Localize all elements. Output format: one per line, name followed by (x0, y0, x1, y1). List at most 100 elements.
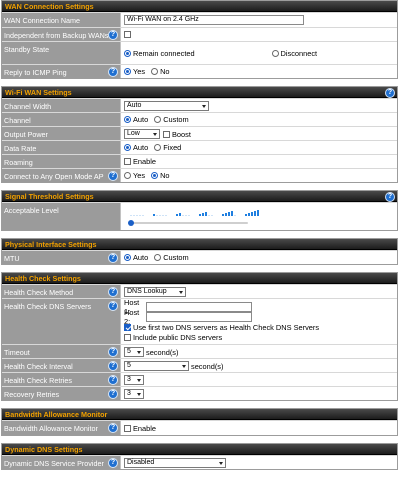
health-check-method-select[interactable]: DNS Lookup (124, 287, 186, 297)
help-icon[interactable]: ? (108, 171, 118, 181)
dns-provider-select[interactable]: Disabled (124, 458, 226, 468)
help-icon[interactable]: ? (385, 87, 395, 98)
channel-custom-radio[interactable] (154, 116, 162, 123)
signal-bars-0-icon (130, 215, 144, 216)
interval-unit: second(s) (191, 361, 224, 371)
recovery-retries-select[interactable]: 3 (124, 389, 144, 399)
open-ap-yes-radio[interactable] (124, 172, 131, 179)
mtu-auto-radio[interactable] (124, 254, 131, 261)
signal-level-icons (124, 206, 259, 216)
signal-bars-3-icon (199, 212, 213, 216)
remain-connected-radio[interactable] (124, 49, 131, 57)
channel-label: Channel (2, 113, 121, 126)
signal-bars-2-icon (176, 213, 190, 216)
disconnect-radio[interactable] (271, 49, 279, 57)
wifi-wan-section: Wi-Fi WAN Settings ? Channel Width Auto … (1, 86, 398, 183)
output-power-label: Output Power (2, 127, 121, 140)
slider-track (128, 222, 248, 224)
signal-bars-1-icon (153, 214, 167, 216)
signal-bars-4-icon (222, 211, 236, 216)
icmp-yes-radio[interactable] (124, 68, 131, 75)
help-icon[interactable]: ? (108, 301, 118, 311)
timeout-label: Timeout ? (2, 345, 121, 358)
icmp-ping-text: Reply to ICMP Ping (4, 68, 67, 77)
section-title: Physical Interface Settings (2, 239, 397, 250)
independent-backup-label: Independent from Backup WANs ? (2, 28, 121, 41)
retries-label: Health Check Retries ? (2, 373, 121, 386)
channel-width-label: Channel Width (2, 99, 121, 112)
data-rate-auto-radio[interactable] (124, 144, 131, 151)
open-ap-label: Connect to Any Open Mode AP ? (2, 169, 121, 182)
open-ap-text: Connect to Any Open Mode AP (4, 172, 104, 181)
retries-select[interactable]: 3 (124, 375, 144, 385)
health-check-method-text: Health Check Method (4, 288, 74, 297)
recovery-retries-label: Recovery Retries ? (2, 387, 121, 400)
remain-connected-label: Remain connected (133, 48, 195, 58)
acceptable-level-slider[interactable] (128, 220, 248, 226)
help-icon[interactable]: ? (108, 253, 118, 263)
bandwidth-monitor-text: Bandwidth Allowance Monitor (4, 424, 98, 433)
icmp-ping-label: Reply to ICMP Ping ? (2, 65, 121, 78)
section-title: Signal Threshold Settings (5, 192, 94, 201)
bandwidth-monitor-label: Bandwidth Allowance Monitor ? (2, 421, 121, 435)
mtu-custom-radio[interactable] (154, 254, 162, 261)
independent-backup-checkbox[interactable] (124, 31, 131, 38)
help-icon[interactable]: ? (108, 423, 118, 433)
interval-select[interactable]: 5 (124, 361, 189, 371)
channel-custom-label: Custom (163, 115, 189, 124)
signal-threshold-section: Signal Threshold Settings ? Acceptable L… (1, 190, 398, 231)
help-icon[interactable]: ? (108, 30, 118, 40)
mtu-text: MTU (4, 254, 20, 263)
roaming-label: Roaming (2, 155, 121, 168)
slider-knob[interactable] (128, 220, 134, 226)
help-icon[interactable]: ? (108, 361, 118, 371)
dns-provider-label: Dynamic DNS Service Provider ? (2, 456, 121, 469)
wan-connection-name-input[interactable]: Wi-Fi WAN on 2.4 GHz (124, 15, 304, 25)
data-rate-auto-label: Auto (133, 143, 149, 152)
help-icon[interactable]: ? (108, 347, 118, 357)
roaming-checkbox[interactable] (124, 158, 131, 165)
boost-label: Boost (172, 129, 191, 139)
timeout-select[interactable]: 5 (124, 347, 144, 357)
acceptable-level-label: Acceptable Level (2, 203, 121, 230)
section-title: Health Check Settings (2, 273, 397, 284)
mtu-label: MTU ? (2, 251, 121, 264)
dns-provider-text: Dynamic DNS Service Provider (4, 459, 104, 468)
channel-auto-radio[interactable] (124, 116, 131, 123)
use-first-two-checkbox[interactable] (124, 323, 131, 331)
help-icon[interactable]: ? (108, 67, 118, 77)
include-public-checkbox[interactable] (124, 333, 131, 341)
help-icon[interactable]: ? (108, 389, 118, 399)
timeout-text: Timeout (4, 348, 30, 357)
bandwidth-enable-checkbox[interactable] (124, 424, 131, 432)
help-icon[interactable]: ? (385, 191, 395, 202)
boost-checkbox[interactable] (163, 130, 170, 138)
dynamic-dns-section: Dynamic DNS Settings Dynamic DNS Service… (1, 443, 398, 470)
physical-interface-section: Physical Interface Settings MTU ? Auto C… (1, 238, 398, 265)
data-rate-fixed-label: Fixed (163, 143, 182, 152)
mtu-auto-label: Auto (133, 253, 149, 262)
retries-text: Health Check Retries (4, 376, 72, 385)
disconnect-label: Disconnect (280, 48, 318, 58)
use-first-two-label: Use first two DNS servers as Health Chec… (133, 322, 320, 332)
host2-input[interactable] (146, 312, 252, 322)
section-title: WAN Connection Settings (2, 1, 397, 12)
settings-page: WAN Connection Settings WAN Connection N… (1, 0, 398, 470)
timeout-unit: second(s) (146, 347, 179, 357)
roaming-enable-label: Enable (133, 157, 157, 166)
dns-servers-label: Health Check DNS Servers ? (2, 299, 121, 344)
section-title: Bandwidth Allowance Monitor (2, 409, 397, 420)
dns-servers-text: Health Check DNS Servers (4, 302, 92, 311)
data-rate-fixed-radio[interactable] (154, 144, 162, 151)
bandwidth-section: Bandwidth Allowance Monitor Bandwidth Al… (1, 408, 398, 436)
help-icon[interactable]: ? (108, 287, 118, 297)
interval-text: Health Check Interval (4, 362, 73, 371)
icmp-no-radio[interactable] (151, 68, 159, 75)
output-power-select[interactable]: Low (124, 129, 160, 139)
health-check-method-label: Health Check Method ? (2, 285, 121, 298)
help-icon[interactable]: ? (108, 375, 118, 385)
host1-input[interactable] (146, 302, 252, 312)
open-ap-no-radio[interactable] (151, 172, 159, 179)
help-icon[interactable]: ? (108, 458, 118, 468)
channel-width-select[interactable]: Auto (124, 101, 209, 111)
